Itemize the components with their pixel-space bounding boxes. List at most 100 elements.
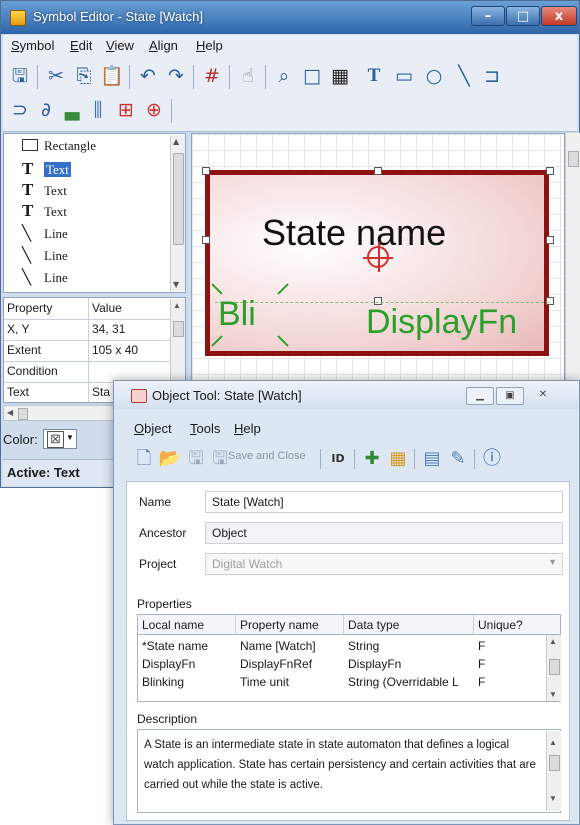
column-header[interactable]: Data type xyxy=(344,615,474,635)
table-tool-icon[interactable]: ▦ xyxy=(327,63,353,89)
list-item[interactable]: T Text xyxy=(22,159,71,178)
text-tool-icon[interactable]: T xyxy=(361,63,387,89)
table-cell[interactable]: Blinking xyxy=(138,673,236,690)
list-scrollbar[interactable]: ▲ ▼ xyxy=(170,135,185,291)
redo-icon[interactable]: ↷ xyxy=(163,63,189,89)
table-cell[interactable]: *State name xyxy=(138,637,236,654)
description-scrollbar[interactable]: ▲ ▼ xyxy=(546,731,561,811)
list-item[interactable]: T Text xyxy=(22,201,67,220)
table-cell[interactable]: Time unit xyxy=(236,673,344,690)
description-label: Description xyxy=(137,712,198,726)
column-header[interactable]: Local name xyxy=(138,615,236,635)
property-row[interactable]: X, Y 34, 31 xyxy=(4,319,170,341)
save-and-close-button[interactable]: Save and Close xyxy=(228,450,306,462)
menu-symbol[interactable]: Symbol xyxy=(11,38,54,53)
resize-handle[interactable] xyxy=(374,167,382,175)
menu-view[interactable]: View xyxy=(106,38,134,53)
name-field[interactable]: State [Watch] xyxy=(205,491,563,513)
properties-label: Properties xyxy=(137,597,192,611)
symbol-editor-titlebar[interactable]: Symbol Editor - State [Watch] – □ x xyxy=(1,1,579,34)
resize-handle[interactable] xyxy=(546,297,554,305)
table-cell[interactable]: DisplayFn xyxy=(344,655,474,672)
image-tool-icon[interactable]: ▃ xyxy=(59,97,85,123)
table-cell[interactable]: String (Overridable L xyxy=(344,673,474,690)
list-item[interactable]: ╲ Line xyxy=(22,224,68,242)
maximize-button[interactable]: ▣ xyxy=(496,387,524,405)
table-cell[interactable]: F xyxy=(474,655,534,672)
connector-tool-icon[interactable]: ⊞ xyxy=(113,97,139,123)
curve-tool-icon[interactable]: ∂ xyxy=(33,97,59,123)
resize-handle[interactable] xyxy=(546,167,554,175)
blink-text[interactable]: Bli xyxy=(218,295,256,334)
grid-icon[interactable]: # xyxy=(199,63,225,89)
zoom-icon[interactable]: ⌕ xyxy=(271,63,297,89)
table-cell[interactable]: String xyxy=(344,637,474,654)
value-header: Value xyxy=(92,301,122,315)
ancestor-label: Ancestor xyxy=(139,526,187,540)
object-tool-window: Object Tool: State [Watch] ▁ ▣ ✕ Object … xyxy=(113,380,580,825)
table-cell[interactable]: Name [Watch] xyxy=(236,637,344,654)
color-label: Color: xyxy=(3,432,38,447)
pin-icon[interactable]: ✚ xyxy=(360,447,384,471)
list-item[interactable]: Rectangle xyxy=(22,138,96,156)
description-textarea[interactable]: A State is an intermediate state in stat… xyxy=(137,729,561,813)
table-cell[interactable]: DisplayFnRef xyxy=(236,655,344,672)
list-item[interactable]: T Text xyxy=(22,180,67,199)
open-icon[interactable]: 📂 xyxy=(158,447,182,471)
state-name-text[interactable]: State name xyxy=(262,212,446,254)
paste-icon[interactable]: 📋 xyxy=(99,63,125,89)
properties-icon[interactable]: ▦ xyxy=(386,447,410,471)
box-tool-icon[interactable]: ▭ xyxy=(391,63,417,89)
arc-tool-icon[interactable]: ⊃ xyxy=(7,97,33,123)
menu-help[interactable]: Help xyxy=(234,421,261,436)
object-tool-titlebar[interactable]: Object Tool: State [Watch] ▁ ▣ ✕ xyxy=(114,381,579,409)
list-item[interactable]: ╲ Line xyxy=(22,246,68,264)
status-text: Active: Text xyxy=(7,465,80,480)
copy-icon[interactable]: ⎘ xyxy=(71,63,97,89)
edit-icon[interactable]: ✎ xyxy=(446,447,470,471)
origin-tool-icon[interactable]: ⊕ xyxy=(141,97,167,123)
display-text[interactable]: DisplayFn xyxy=(366,303,517,342)
id-icon[interactable]: ID xyxy=(326,447,350,471)
port-tool-icon[interactable]: ⫼ xyxy=(85,97,111,123)
close-button[interactable]: x xyxy=(541,6,577,26)
rectangle-tool-icon[interactable]: □ xyxy=(299,63,325,89)
resize-handle[interactable] xyxy=(202,167,210,175)
menu-help[interactable]: Help xyxy=(196,38,223,53)
object-tool-icon xyxy=(131,389,147,403)
maximize-button[interactable]: □ xyxy=(506,6,540,26)
property-row[interactable]: Extent 105 x 40 xyxy=(4,340,170,362)
undo-icon[interactable]: ↶ xyxy=(135,63,161,89)
ellipse-tool-icon[interactable]: ○ xyxy=(421,63,447,89)
pointer-icon[interactable]: ☝ xyxy=(235,63,261,89)
resize-handle[interactable] xyxy=(202,236,210,244)
table-cell[interactable]: F xyxy=(474,673,534,690)
minimize-button[interactable]: ▁ xyxy=(466,387,494,405)
menu-object[interactable]: Object xyxy=(134,421,172,436)
property-header: Property xyxy=(7,301,53,315)
color-picker[interactable]: ⊠ ▼ xyxy=(43,429,77,449)
cut-icon[interactable]: ✂ xyxy=(43,63,69,89)
table-cell[interactable]: F xyxy=(474,637,534,654)
table-scrollbar[interactable]: ▲ ▼ xyxy=(546,635,561,701)
table-cell[interactable]: DisplayFn xyxy=(138,655,236,672)
symbol-icon[interactable]: ▤ xyxy=(420,447,444,471)
column-header[interactable]: Unique? xyxy=(474,615,560,635)
menu-edit[interactable]: Edit xyxy=(70,38,92,53)
save-icon[interactable]: 🖫 xyxy=(184,447,208,471)
no-color-icon: ⊠ xyxy=(47,431,64,448)
save-icon[interactable]: 🖫 xyxy=(7,63,33,89)
menu-tools[interactable]: Tools xyxy=(190,421,220,436)
resize-handle[interactable] xyxy=(546,236,554,244)
list-item[interactable]: ╲ Line xyxy=(22,268,68,286)
info-icon[interactable]: ⓘ xyxy=(480,447,504,471)
menu-align[interactable]: Align xyxy=(149,38,178,53)
element-list[interactable]: Rectangle T Text T Text T Text ╲ Line ╲ Line … xyxy=(3,133,186,293)
minimize-button[interactable]: – xyxy=(471,6,505,26)
new-icon[interactable]: 🗋 xyxy=(132,447,156,471)
line-tool-icon[interactable]: ╲ xyxy=(451,63,477,89)
polyline-tool-icon[interactable]: ⊐ xyxy=(479,63,505,89)
column-header[interactable]: Property name xyxy=(236,615,344,635)
canvas-scrollbar[interactable] xyxy=(565,133,580,383)
close-button[interactable]: ✕ xyxy=(530,387,556,403)
